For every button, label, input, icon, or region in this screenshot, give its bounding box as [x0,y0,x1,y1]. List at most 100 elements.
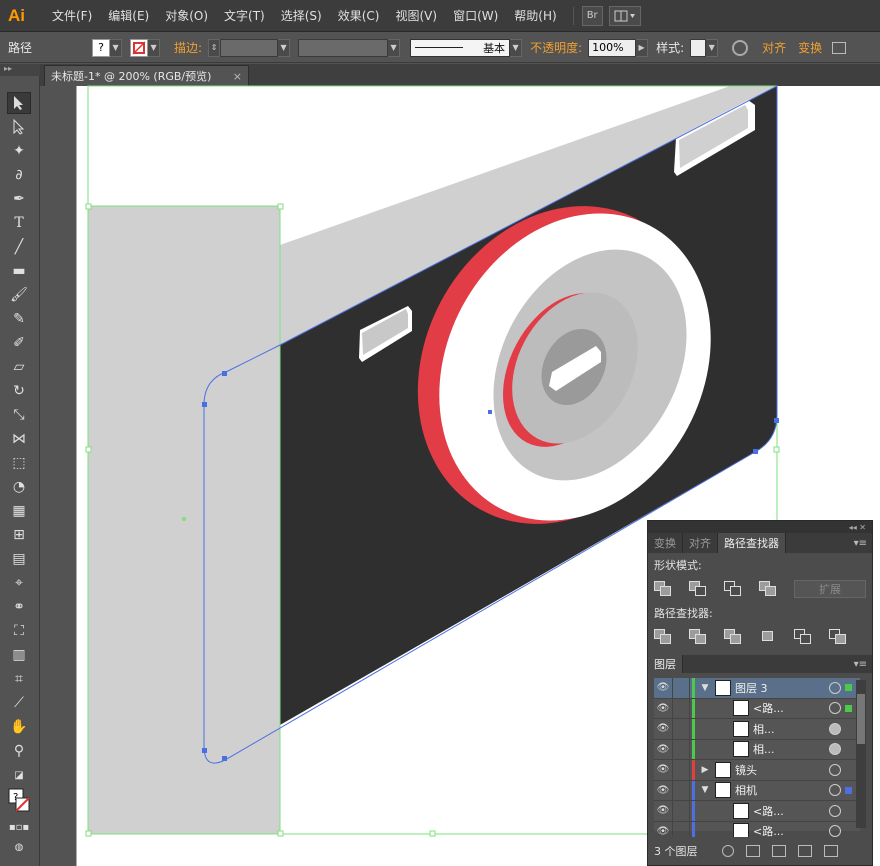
layer-thumbnail [733,720,749,737]
minus-front-icon[interactable] [689,581,707,597]
target-circle-icon[interactable] [829,702,841,715]
visibility-eye-icon[interactable]: 👁 [654,826,672,837]
anchor-point[interactable] [774,418,779,423]
tab-layers[interactable]: 图层 [648,655,683,673]
layer-row[interactable]: 👁 <路... [654,801,860,822]
new-layer-icon[interactable] [797,845,812,857]
layer-name[interactable]: <路... [753,700,829,716]
selection-indicator[interactable] [845,786,852,794]
panel-menu-icon[interactable]: ▾≡ [854,533,872,553]
visibility-eye-icon[interactable]: 👁 [654,682,672,693]
selection-indicator[interactable] [845,684,852,692]
panel-collapse-bar[interactable]: ◂◂ ✕ [648,521,872,533]
delete-layer-icon[interactable] [823,845,838,857]
outline-icon[interactable] [794,629,812,645]
lock-toggle[interactable] [672,678,690,698]
layers-panel-tabs: 图层 ▾≡ [648,655,872,673]
layer-name[interactable]: 相机 [735,782,829,798]
lock-toggle[interactable] [672,760,690,780]
visibility-eye-icon[interactable]: 👁 [654,785,672,796]
expand-triangle-icon[interactable]: ▼ [699,683,711,693]
scrollbar-thumb[interactable] [857,694,865,744]
expand-triangle-icon[interactable]: ▶ [699,765,711,775]
selection-indicator[interactable] [845,746,852,753]
divide-icon[interactable] [654,629,672,645]
target-circle-icon[interactable] [829,804,841,817]
bbox-handle-tl[interactable] [85,203,92,210]
bbox-handle-br[interactable] [277,830,284,837]
layers-scrollbar[interactable] [856,680,866,828]
anchor-point[interactable] [202,748,207,753]
create-sublayer-icon[interactable] [771,845,786,857]
layer-name[interactable]: 图层 3 [735,680,829,696]
crop-icon[interactable] [759,629,777,645]
selection-indicator[interactable] [845,766,852,773]
layer-row[interactable]: 👁 ▼ 图层 3 [654,678,860,699]
panel-tabs: 变换 对齐 路径查找器 ▾≡ [648,533,872,553]
merge-icon[interactable] [724,629,742,645]
bbox-handle-mr[interactable] [773,446,780,453]
anchor-point[interactable] [222,756,227,761]
layer-row[interactable]: 👁 相... [654,739,860,760]
anchor-point[interactable] [222,371,227,376]
trim-icon[interactable] [689,629,707,645]
layer-row[interactable]: 👁 ▼ 相机 [654,780,860,801]
selection-indicator[interactable] [845,828,852,835]
make-clipping-mask-icon[interactable] [745,845,760,857]
bbox-handle-tr[interactable] [277,203,284,210]
bbox-handle-bl[interactable] [85,830,92,837]
anchor-point[interactable] [202,402,207,407]
tab-align[interactable]: 对齐 [683,533,718,553]
layer-color-bar [692,760,695,780]
layer-name[interactable]: <路... [753,803,829,819]
selection-indicator[interactable] [845,807,852,814]
lock-toggle[interactable] [672,719,690,739]
expand-button[interactable]: 扩展 [794,580,866,598]
layer-color-bar [692,739,695,759]
layer-thumbnail [715,761,731,778]
pathfinders-label: 路径查找器: [654,607,713,620]
illustrator-window: Ai 文件(F) 编辑(E) 对象(O) 文字(T) 选择(S) 效果(C) 视… [0,0,880,866]
visibility-eye-icon[interactable]: 👁 [654,764,672,775]
target-circle-icon[interactable] [829,681,841,694]
layer-row[interactable]: 👁 相... [654,719,860,740]
visibility-eye-icon[interactable]: 👁 [654,723,672,734]
target-circle-icon[interactable] [829,743,841,756]
target-circle-icon[interactable] [829,825,841,838]
shape-modes-label: 形状模式: [654,559,702,572]
visibility-eye-icon[interactable]: 👁 [654,744,672,755]
lock-toggle[interactable] [672,739,690,759]
tab-transform[interactable]: 变换 [648,533,683,553]
layer-name[interactable]: 镜头 [735,762,829,778]
minus-back-icon[interactable] [829,629,847,645]
lock-toggle[interactable] [672,780,690,800]
target-circle-icon[interactable] [829,763,841,776]
path-center-point [488,410,492,414]
layer-name[interactable]: 相... [753,741,829,757]
visibility-eye-icon[interactable]: 👁 [654,703,672,714]
layer-thumbnail [733,700,749,717]
anchor-point[interactable] [753,449,758,454]
intersect-icon[interactable] [724,581,742,597]
visibility-eye-icon[interactable]: 👁 [654,805,672,816]
layer-color-bar [692,801,695,821]
target-circle-icon[interactable] [829,722,841,735]
bbox-handle-bm[interactable] [429,830,436,837]
lock-toggle[interactable] [672,801,690,821]
layer-color-bar [692,698,695,718]
bbox-handle-ml[interactable] [85,446,92,453]
layer-row[interactable]: 👁 <路... [654,698,860,719]
expand-triangle-icon[interactable]: ▼ [699,785,711,795]
locate-object-icon[interactable] [721,845,734,857]
tab-pathfinder[interactable]: 路径查找器 [718,533,786,553]
layer-name[interactable]: 相... [753,721,829,737]
layer-row[interactable]: 👁 ▶ 镜头 [654,760,860,781]
selection-indicator[interactable] [845,725,852,732]
unite-icon[interactable] [654,581,672,597]
pathfinders-row [648,625,872,649]
selection-indicator[interactable] [845,704,852,712]
layers-menu-icon[interactable]: ▾≡ [854,655,872,673]
exclude-icon[interactable] [759,581,777,597]
target-circle-icon[interactable] [829,784,841,797]
lock-toggle[interactable] [672,698,690,718]
